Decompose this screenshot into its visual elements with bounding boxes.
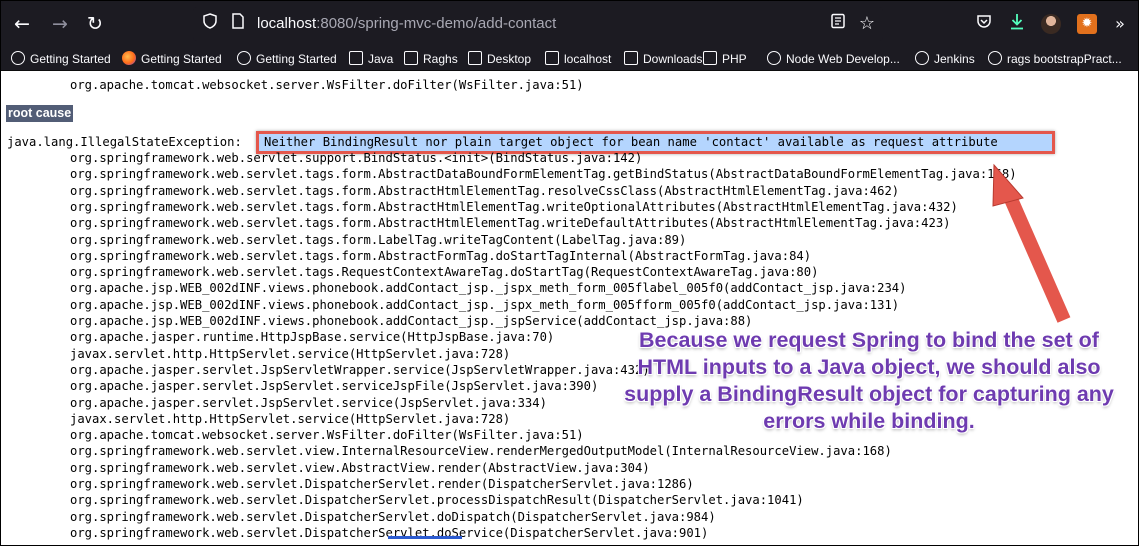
firefox-icon — [122, 51, 136, 65]
url-text: localhost:8080/spring-mvc-demo/add-conta… — [257, 15, 556, 32]
exception-class: java.lang.IllegalStateException: — [7, 135, 242, 149]
folder-icon — [703, 51, 717, 65]
bookmark-item[interactable]: Node Web Develop... — [767, 50, 900, 68]
folder-icon — [624, 51, 638, 65]
bookmark-label: Getting Started — [256, 52, 337, 66]
stack-line: org.springframework.web.servlet.tags.for… — [70, 183, 900, 198]
back-icon[interactable]: ← — [9, 11, 35, 37]
pocket-icon[interactable] — [973, 13, 995, 35]
page-icon — [227, 13, 249, 35]
error-page: org.apache.tomcat.websocket.server.WsFil… — [1, 72, 1138, 545]
bookmark-item[interactable]: Raghs — [404, 50, 458, 68]
bookmark-item[interactable]: Desktop — [468, 50, 531, 68]
profile-avatar[interactable] — [1041, 14, 1061, 34]
stack-line: org.apache.jasper.servlet.JspServlet.ser… — [70, 379, 599, 394]
stack-line: org.apache.tomcat.websocket.server.WsFil… — [70, 78, 584, 92]
stack-line: org.springframework.web.servlet.tags.Req… — [70, 265, 819, 280]
browser-toolbar: ← → ↻ localhost:8080/spring-mvc-demo/add… — [1, 1, 1138, 47]
extension-icon[interactable]: ✹ — [1077, 14, 1097, 34]
stack-line: org.apache.jasper.runtime.HttpJspBase.se… — [70, 330, 555, 345]
bookmark-label: Node Web Develop... — [786, 52, 900, 66]
annotation-callout: Because we request Spring to bind the se… — [624, 328, 1114, 433]
stack-line: org.apache.jsp.WEB_002dINF.views.phonebo… — [70, 314, 753, 328]
bookmark-label: Jenkins — [934, 52, 975, 66]
globe-icon — [767, 51, 781, 65]
bookmark-item[interactable]: localhost — [545, 50, 611, 68]
folder-icon — [545, 51, 559, 65]
bookmarks-toolbar: Getting Started Getting Started Getting St… — [1, 47, 1138, 71]
globe-icon — [988, 51, 1002, 65]
reload-icon[interactable]: ↻ — [82, 11, 108, 37]
bookmark-label: Downloads — [643, 52, 703, 66]
bookmark-item[interactable]: Getting Started — [122, 50, 222, 68]
bookmark-item[interactable]: Downloads — [624, 50, 702, 68]
folder-icon — [468, 51, 482, 65]
url-host: localhost — [257, 15, 317, 32]
stack-line: org.apache.tomcat.websocket.server.WsFil… — [70, 428, 584, 443]
stack-line: javax.servlet.http.HttpServlet.service(H… — [70, 411, 511, 426]
stack-line: org.apache.jasper.servlet.JspServletWrap… — [70, 362, 650, 377]
browser-window: ← → ↻ localhost:8080/spring-mvc-demo/add… — [0, 0, 1139, 546]
folder-icon — [404, 51, 418, 65]
bookmark-star-icon[interactable]: ☆ — [856, 13, 878, 35]
root-cause-heading: root cause — [6, 105, 74, 122]
bookmark-item[interactable]: Getting Started — [237, 50, 337, 68]
bookmark-item[interactable]: Java — [349, 50, 393, 68]
globe-icon — [915, 51, 929, 65]
bookmark-item[interactable]: PHP — [703, 50, 747, 68]
downloads-icon[interactable] — [1006, 13, 1028, 35]
bookmark-label: PHP — [722, 52, 747, 66]
bookmark-label: localhost — [564, 52, 612, 66]
stack-line: org.springframework.web.servlet.tags.for… — [70, 167, 1017, 182]
bookmark-item[interactable]: Getting Started — [11, 50, 111, 68]
scroll-indicator — [388, 536, 462, 539]
stack-line: org.apache.jasper.servlet.JspServlet.ser… — [70, 395, 547, 410]
bookmark-label: Java — [368, 52, 394, 66]
bookmark-label: Raghs — [423, 52, 458, 66]
bookmark-label: Getting Started — [141, 52, 222, 66]
stack-line: org.springframework.web.servlet.tags.for… — [70, 232, 687, 247]
stack-line: org.springframework.web.servlet.tags.for… — [70, 216, 951, 231]
bookmark-item[interactable]: rags bootstrapPract... — [988, 50, 1122, 68]
more-icon[interactable]: » — [1109, 13, 1131, 35]
stack-line: org.springframework.web.servlet.Dispatch… — [70, 477, 694, 491]
shield-icon[interactable] — [199, 13, 221, 35]
forward-icon[interactable]: → — [47, 11, 73, 37]
stack-line: org.springframework.web.servlet.tags.for… — [70, 199, 958, 214]
stack-line: org.springframework.web.servlet.Dispatch… — [70, 509, 716, 524]
stack-line: org.springframework.web.servlet.support.… — [70, 151, 643, 165]
reader-view-icon[interactable] — [827, 13, 849, 35]
stack-line: org.apache.jsp.WEB_002dINF.views.phonebo… — [70, 297, 900, 312]
stack-line: org.springframework.web.servlet.view.Int… — [70, 444, 892, 459]
stack-line: org.springframework.web.servlet.view.Abs… — [70, 460, 650, 475]
folder-icon — [349, 51, 363, 65]
bookmark-label: Desktop — [487, 52, 532, 66]
bookmark-label: rags bootstrapPract... — [1007, 52, 1122, 66]
stack-line: org.springframework.web.servlet.tags.for… — [70, 248, 812, 263]
stack-line: org.apache.jsp.WEB_002dINF.views.phonebo… — [70, 281, 907, 296]
globe-icon — [237, 51, 251, 65]
globe-icon — [11, 51, 25, 65]
stack-line: org.springframework.web.servlet.Dispatch… — [70, 493, 804, 508]
url-path: :8080/spring-mvc-demo/add-contact — [316, 15, 557, 32]
bookmark-item[interactable]: Jenkins — [915, 50, 975, 68]
bookmark-label: Getting Started — [30, 52, 111, 66]
stack-line: javax.servlet.http.HttpServlet.service(H… — [70, 346, 511, 361]
